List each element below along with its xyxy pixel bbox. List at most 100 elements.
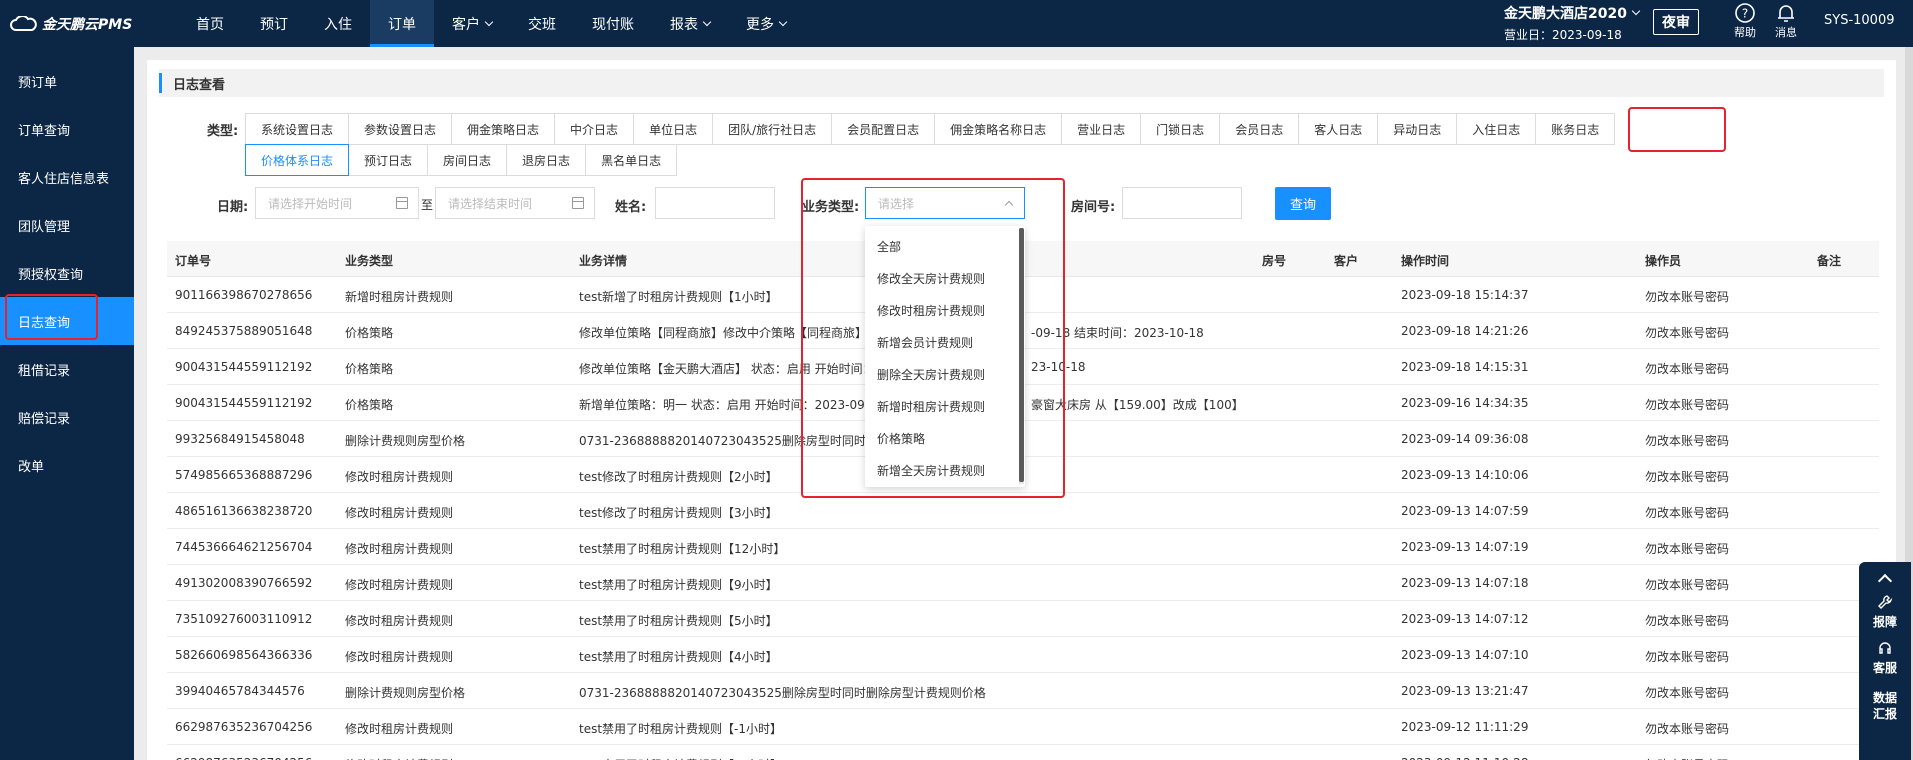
night-audit-button[interactable]: 夜审 [1653,9,1699,35]
column-header[interactable]: 房号 [1262,252,1286,269]
type-label: 类型: [207,124,239,139]
table-row[interactable]: 662987635236704256 修改时租房计费规则 test启用了时租房计费规… [167,745,1879,760]
customer-service-button[interactable]: 客服 [1859,640,1911,676]
dropdown-option[interactable]: 修改全天房计费规则 [865,262,1025,294]
sidebar-item-booking-orders[interactable]: 预订单 [0,57,134,105]
dropdown-option[interactable]: 新增会员计费规则 [865,326,1025,358]
report-issue-button[interactable]: 报障 [1859,594,1911,630]
column-header[interactable]: 业务详情 [579,252,627,269]
nav-orders[interactable]: 订单 [370,0,434,47]
nav-label: 入住 [324,16,352,33]
end-date-input[interactable]: 请选择结束时间 [435,187,595,219]
sidebar-item-team-management[interactable]: 团队管理 [0,201,134,249]
nav-more[interactable]: 更多 [728,0,804,47]
sidebar-item-order-query[interactable]: 订单查询 [0,105,134,153]
tab-log-type[interactable]: 入住日志 [1456,113,1537,145]
cell-order: 662987635236704256 [175,720,313,734]
table-row[interactable]: 744536664621256704 修改时租房计费规则 test禁用了时租房计费规… [167,529,1879,565]
nav-shift[interactable]: 交班 [510,0,574,47]
sidebar-item-label: 客人住店信息表 [18,171,110,187]
column-header[interactable]: 业务类型 [345,252,393,269]
data-report-button[interactable]: 数据 汇报 [1859,690,1911,722]
nav-booking[interactable]: 预订 [242,0,306,47]
sidebar-item-log-query[interactable]: 日志查询 [0,297,134,345]
cell-detail: test禁用了时租房计费规则【5小时】 [579,614,778,628]
cell-detail: 0731-2368888820140723043525删除房型时同时删除房型计费… [579,686,986,700]
nav-checkin[interactable]: 入住 [306,0,370,47]
table-row[interactable]: 491302008390766592 修改时租房计费规则 test禁用了时租房计费规… [167,565,1879,601]
column-header[interactable]: 客户 [1334,252,1358,269]
table-row[interactable]: 39940465784344576 删除计费规则房型价格 0731-23688888… [167,673,1879,709]
start-date-placeholder: 请选择开始时间 [268,196,353,211]
nav-cash-account[interactable]: 现付账 [574,0,652,47]
nav-reports[interactable]: 报表 [652,0,728,47]
column-header[interactable]: 操作员 [1645,252,1681,269]
query-button[interactable]: 查询 [1275,187,1331,220]
tab-log-type[interactable]: 佣金策略名称日志 [934,113,1063,145]
user-account[interactable]: SYS-10009 [1824,13,1895,28]
tab-log-type[interactable]: 账务日志 [1535,113,1616,145]
hotel-selector[interactable]: 金天鹏大酒店2020 营业日：2023-09-18 [1504,3,1644,43]
dropdown-scrollbar-thumb[interactable] [1019,228,1024,482]
tab-log-type[interactable]: 会员日志 [1219,113,1300,145]
cell-operator: 勿改本账号密码 [1645,290,1730,304]
room-number-input[interactable] [1122,187,1242,219]
logo[interactable]: 金天鹏云PMS [0,0,134,47]
cell-order: 574985665368887296 [175,468,313,482]
tab-log-type[interactable]: 价格体系日志 [245,144,350,176]
tab-log-type[interactable]: 营业日志 [1061,113,1142,145]
tab-log-type[interactable]: 中介日志 [554,113,635,145]
tab-log-type[interactable]: 参数设置日志 [348,113,453,145]
nav-customers[interactable]: 客户 [434,0,510,47]
tab-log-type[interactable]: 房间日志 [427,144,508,176]
dropdown-option[interactable]: 修改时租房计费规则 [865,294,1025,326]
dropdown-option[interactable]: 新增全天房计费规则 [865,454,1025,486]
dropdown-option[interactable]: 全部 [865,230,1025,262]
collapse-chevron-icon[interactable] [1877,573,1893,589]
tab-log-type[interactable]: 黑名单日志 [585,144,678,176]
column-header[interactable]: 备注 [1817,252,1841,269]
column-header[interactable]: 操作时间 [1401,252,1449,269]
name-input[interactable] [655,187,775,219]
business-type-dropdown: 全部 修改全天房计费规则 修改时租房计费规则 新增会员计费规则 删除全天房计费规则 新增时… [865,226,1025,487]
column-header[interactable]: 订单号 [175,252,211,269]
table-row[interactable]: 735109276003110912 修改时租房计费规则 test禁用了时租房计费规… [167,601,1879,637]
tab-log-type[interactable]: 退房日志 [506,144,587,176]
sidebar-item-rental-records[interactable]: 租借记录 [0,345,134,393]
cell-detail: test禁用了时租房计费规则【-1小时】 [579,722,783,736]
nav-label: 报表 [670,16,698,33]
cell-time: 2023-09-18 14:15:31 [1401,360,1529,374]
cell-order: 491302008390766592 [175,576,313,590]
start-date-input[interactable]: 请选择开始时间 [255,187,419,219]
floating-support-widget: 报障 客服 数据 汇报 [1859,562,1911,760]
sidebar-item-preauth-query[interactable]: 预授权查询 [0,249,134,297]
sidebar-item-compensation-records[interactable]: 赔偿记录 [0,393,134,441]
cell-operator: 勿改本账号密码 [1645,326,1730,340]
nav-label: 更多 [746,16,774,33]
help-label: 帮助 [1734,26,1756,39]
table-row[interactable]: 486516136638238720 修改时租房计费规则 test修改了时租房计费规… [167,493,1879,529]
help-button[interactable]: ? 帮助 [1730,2,1760,40]
dropdown-option[interactable]: 新增时租房计费规则 [865,390,1025,422]
messages-button[interactable]: 消息 [1771,2,1801,40]
business-type-select[interactable]: 请选择 [865,187,1025,219]
table-row[interactable]: 582660698564366336 修改时租房计费规则 test禁用了时租房计费规… [167,637,1879,673]
sidebar-item-guest-info[interactable]: 客人住店信息表 [0,153,134,201]
nav-label: 客户 [452,16,480,33]
tab-log-type[interactable]: 客人日志 [1298,113,1379,145]
cell-type: 修改时租房计费规则 [345,470,454,484]
tab-log-type[interactable]: 预订日志 [348,144,429,176]
nav-home[interactable]: 首页 [178,0,242,47]
dropdown-option[interactable]: 删除全天房计费规则 [865,358,1025,390]
tab-log-type[interactable]: 单位日志 [633,113,714,145]
help-icon: ? [1735,3,1755,23]
table-row[interactable]: 662987635236704256 修改时租房计费规则 test禁用了时租房计费规… [167,709,1879,745]
dropdown-option[interactable]: 价格策略 [865,422,1025,454]
tab-log-type[interactable]: 佣金策略日志 [451,113,556,145]
tab-log-type[interactable]: 会员配置日志 [831,113,936,145]
sidebar-item-modify-order[interactable]: 改单 [0,441,134,489]
tab-log-type[interactable]: 门锁日志 [1140,113,1221,145]
tab-log-type[interactable]: 团队/旅行社日志 [712,113,833,145]
tab-log-type[interactable]: 系统设置日志 [245,113,350,145]
tab-log-type[interactable]: 异动日志 [1377,113,1458,145]
